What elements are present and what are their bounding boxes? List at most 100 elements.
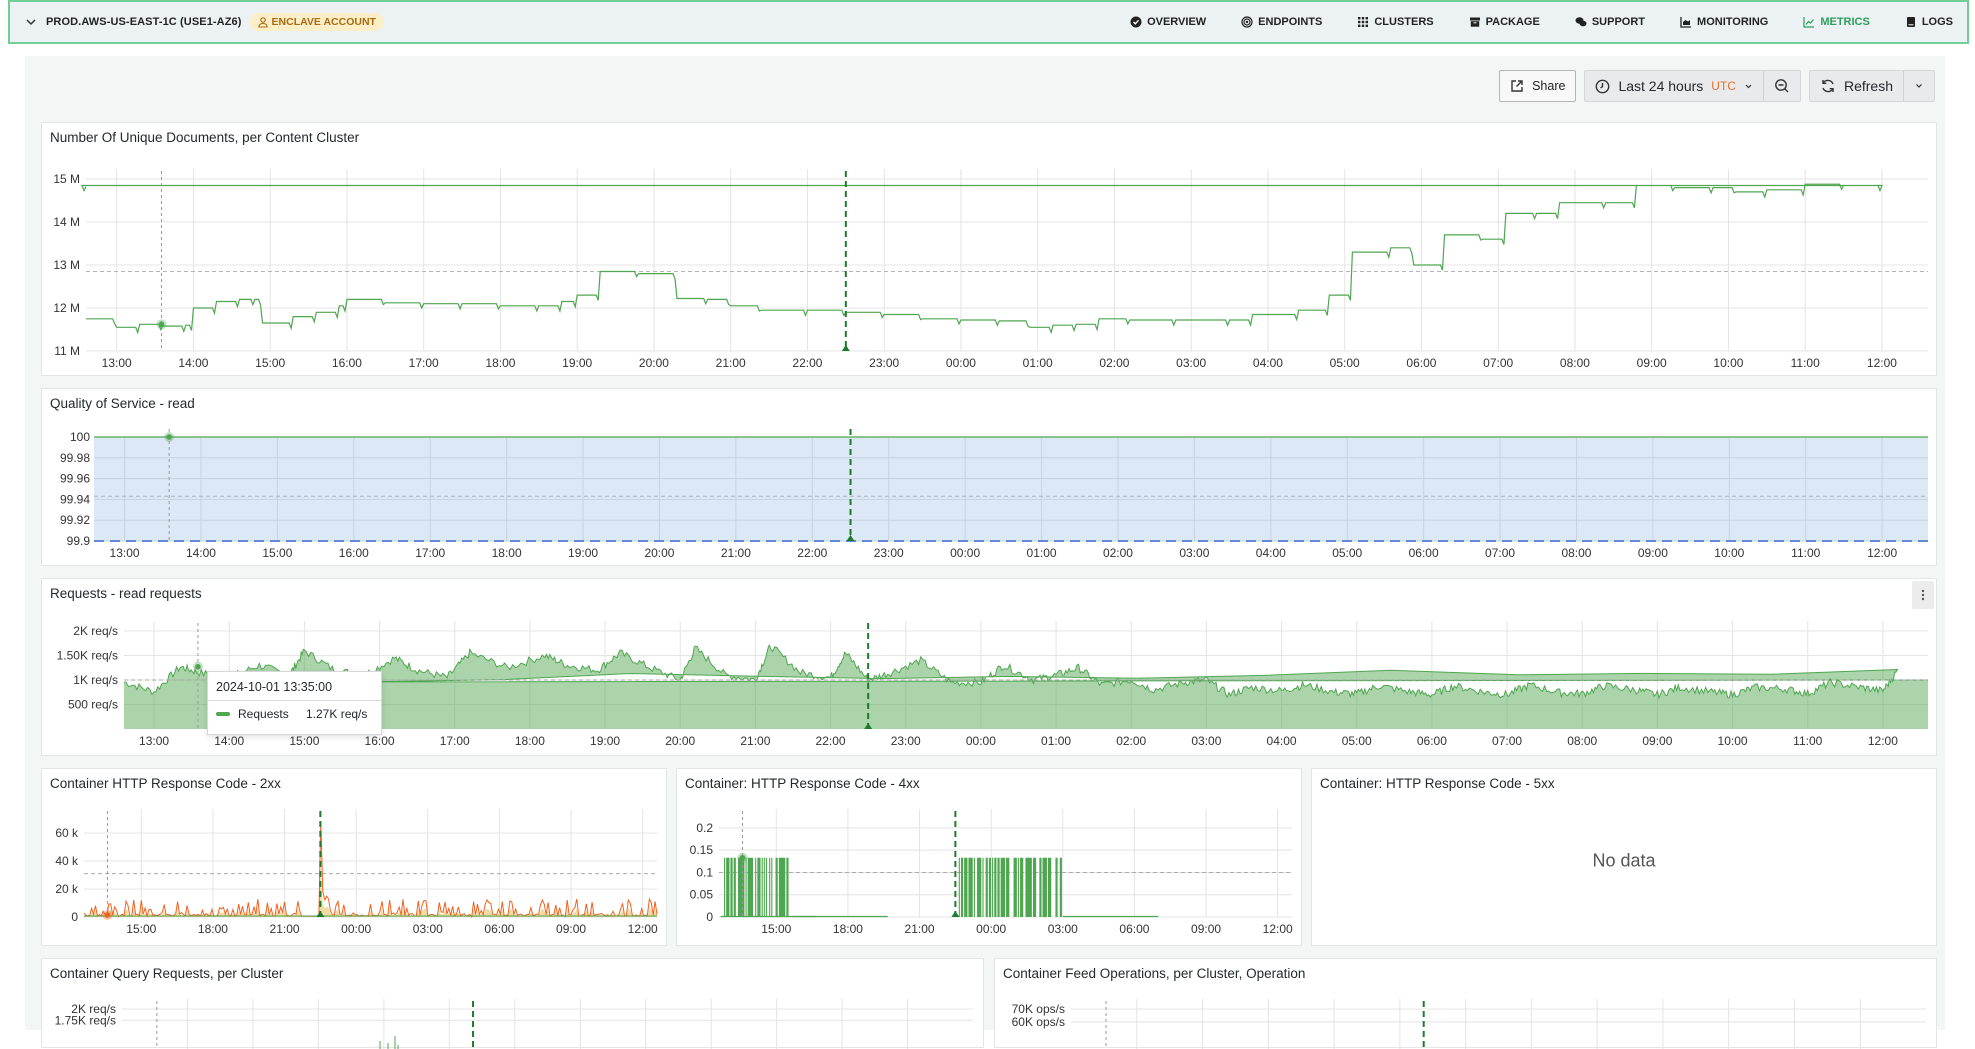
x-tick-label: 18:00 [198,922,228,936]
no-data-message: No data [1592,850,1656,871]
panel-feed-operations: Container Feed Operations, per Cluster, … [994,958,1938,1049]
x-tick-label: 05:00 [1330,356,1360,370]
tooltip-series: Requests [238,707,289,721]
y-tick-label: 12 M [53,301,80,315]
hover-point [195,663,201,670]
x-tick-label: 20:00 [639,356,669,370]
dashboard: Share Last 24 hours UTC Refresh Number O… [25,56,1945,1049]
http-2xx-chart[interactable]: 0 20 k 40 k 60 k 15:00 18:00 21:00 00:00 03:00 06… [42,769,668,947]
x-tick-label: 14:00 [178,356,208,370]
x-tick-label: 23:00 [891,734,921,748]
annotation-triangle [951,911,960,917]
x-tick-label: 21:00 [721,546,751,560]
x-tick-label: 15:00 [289,734,319,748]
x-tick-label: 00:00 [966,734,996,748]
x-tick-label: 01:00 [1027,546,1057,560]
tooltip-row: Requests 1.27K req/s [208,701,381,727]
y-tick-label: 60K ops/s [1012,1015,1065,1029]
nav-metrics[interactable]: METRICS [1786,2,1888,42]
x-tick-label: 11:00 [1791,356,1820,370]
tooltip-value: 1.27K req/s [306,707,368,721]
y-tick-label: 2K req/s [71,1002,116,1016]
zoom-out-button[interactable] [1762,71,1800,101]
x-tick-label: 14:00 [214,734,244,748]
nav-clusters[interactable]: CLUSTERS [1340,2,1451,42]
x-tick-label: 06:00 [1417,734,1447,748]
region-name: PROD.AWS-US-EAST-1C (USE1-AZ6) [46,16,242,28]
x-tick-label: 00:00 [341,922,371,936]
x-tick-label: 03:00 [1191,734,1221,748]
y-tick-label: 99.98 [60,451,90,465]
x-tick-label: 14:00 [186,546,216,560]
unique-documents-chart[interactable]: 11 M 12 M 13 M 14 M 15 M 13:00 14:00 15:00 16:00… [42,123,1938,377]
panel-http-4xx: Container: HTTP Response Code - 4xx 0 0.0… [676,768,1302,946]
annotation-triangle [841,345,850,351]
x-tick-label: 15:00 [126,922,156,936]
y-tick-label: 100 [70,430,90,444]
nav-support[interactable]: SUPPORT [1558,2,1663,42]
x-tick-label: 12:00 [1867,356,1897,370]
nav-logs[interactable]: LOGS [1888,2,1953,42]
x-tick-label: 09:00 [1638,546,1668,560]
x-tick-label: 19:00 [590,734,620,748]
y-tick-label: 1K req/s [73,673,118,687]
refresh-interval-dropdown[interactable] [1903,71,1934,101]
x-tick-label: 21:00 [270,922,300,936]
x-tick-label: 06:00 [1406,356,1436,370]
time-range-picker[interactable]: Last 24 hours UTC [1585,71,1763,101]
x-tick-label: 07:00 [1492,734,1522,748]
x-tick-label: 09:00 [1637,356,1667,370]
y-tick-label: 0.05 [690,888,714,902]
user-icon [257,16,268,28]
y-tick-label: 14 M [53,215,80,229]
hover-point [739,854,746,861]
x-tick-label: 18:00 [515,734,545,748]
x-tick-label: 23:00 [874,546,904,560]
panel-menu-button[interactable] [1912,581,1934,609]
x-tick-label: 00:00 [976,922,1006,936]
nav-package[interactable]: PACKAGE [1452,2,1558,42]
refresh-button[interactable]: Refresh [1810,71,1903,101]
x-tick-label: 10:00 [1714,546,1744,560]
qos-read-chart[interactable]: 99.9 99.92 99.94 99.96 99.98 100 13:00 14:00 15:… [42,389,1938,567]
x-tick-label: 16:00 [365,734,395,748]
y-tick-label: 40 k [55,854,79,868]
x-tick-label: 09:00 [1642,734,1672,748]
http-4xx-chart[interactable]: 0 0.05 0.1 0.15 0.2 15:00 18:00 21:00 00:00 03:00… [677,769,1303,947]
x-tick-label: 12:00 [1263,922,1293,936]
x-tick-label: 01:00 [1041,734,1071,748]
y-tick-label: 99.96 [60,472,90,486]
y-tick-label: 1.50K req/s [57,649,118,663]
check-circle-icon [1130,16,1142,28]
x-tick-label: 23:00 [869,356,899,370]
y-tick-label: 0.15 [690,843,714,857]
archive-icon [1469,17,1480,27]
x-tick-label: 12:00 [628,922,658,936]
x-tick-label: 17:00 [440,734,470,748]
x-tick-label: 03:00 [1048,922,1078,936]
y-tick-label: 11 M [54,344,80,358]
y-tick-label: 70K ops/s [1012,1002,1065,1016]
x-tick-label: 18:00 [485,356,515,370]
nav-monitoring[interactable]: MONITORING [1663,2,1786,42]
chevron-down-icon[interactable] [24,15,38,29]
share-button[interactable]: Share [1499,70,1577,102]
tooltip-time: 2024-10-01 13:35:00 [208,672,381,701]
x-tick-label: 08:00 [1561,546,1591,560]
x-tick-label: 05:00 [1342,734,1372,748]
nav-overview[interactable]: OVERVIEW [1113,2,1224,42]
x-tick-label: 01:00 [1023,356,1053,370]
x-tick-label: 06:00 [484,922,514,936]
clock-icon [1596,79,1610,93]
dashboard-toolbar: Share Last 24 hours UTC Refresh [1499,70,1935,102]
y-tick-label: 60 k [55,826,79,840]
panel-http-5xx: Container: HTTP Response Code - 5xx No d… [1311,768,1937,946]
feed-operations-chart[interactable]: 60K ops/s70K ops/s [995,959,1938,1049]
x-tick-label: 19:00 [568,546,598,560]
x-tick-label: 05:00 [1332,546,1362,560]
x-tick-label: 00:00 [950,546,980,560]
query-requests-chart[interactable]: 1.75K req/s2K req/s [42,959,985,1049]
y-tick-label: 0 [706,910,713,924]
nav-endpoints[interactable]: ENDPOINTS [1224,2,1340,42]
y-tick-label: 99.92 [60,513,90,527]
